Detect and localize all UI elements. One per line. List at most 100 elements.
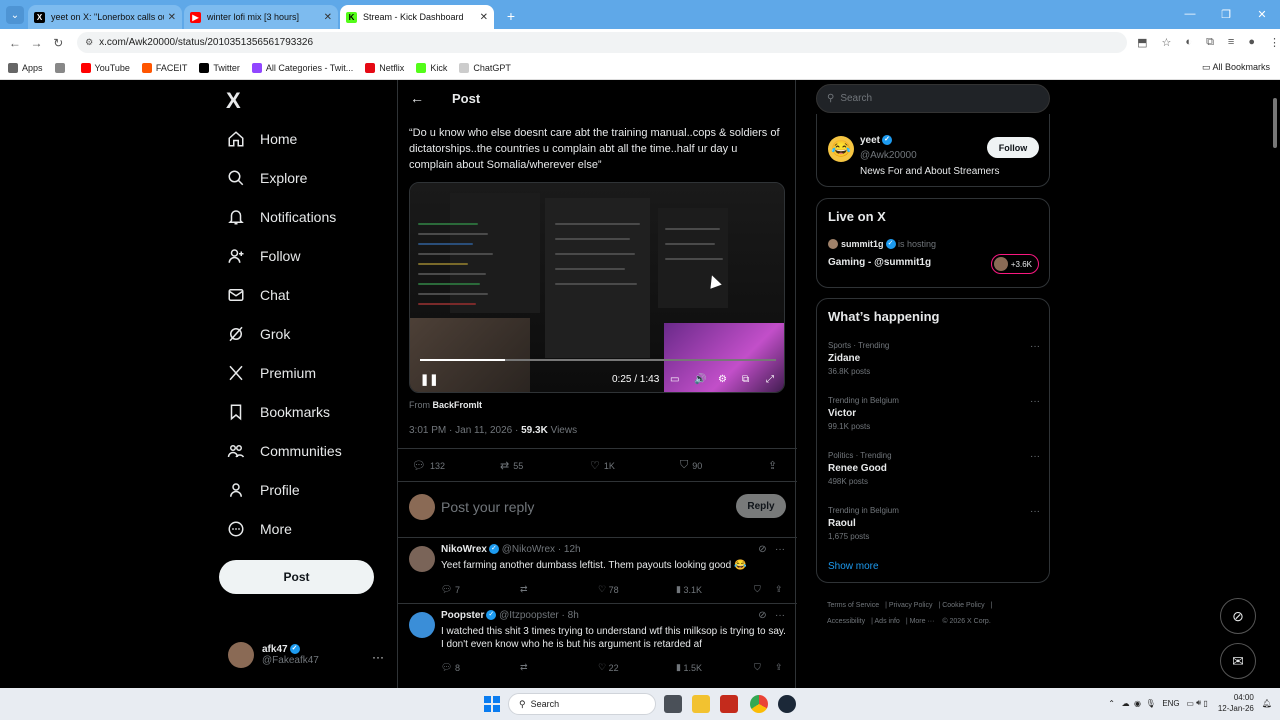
footer-link[interactable]: Ads info <box>875 618 900 625</box>
pip-icon[interactable]: ⧉ <box>742 374 749 385</box>
captions-icon[interactable]: ▭ <box>670 374 679 385</box>
puzzle-icon[interactable]: ⧉ <box>1206 36 1214 49</box>
bookmark-youtube[interactable]: YouTube <box>80 62 130 73</box>
nav-grok[interactable]: Grok <box>226 324 290 344</box>
more-icon[interactable]: ··· <box>1030 451 1040 462</box>
clock[interactable]: 04:00 12-Jan-26 <box>1218 692 1254 714</box>
follow-button[interactable]: Follow <box>987 137 1039 158</box>
trend-item[interactable]: Trending in Belgium Raoul 1,675 posts ··· <box>828 506 1040 541</box>
reply-action[interactable]: 💬︎ 132 <box>412 459 445 472</box>
language-indicator[interactable]: ENG <box>1162 699 1179 708</box>
reply-author[interactable]: NikoWrex <box>441 544 487 555</box>
trend-item[interactable]: Sports · Trending Zidane 36.8K posts ··· <box>828 341 1040 376</box>
avatar[interactable]: 😂 <box>828 136 854 162</box>
live-stream-title[interactable]: Gaming - @summit1g <box>828 257 931 268</box>
bookmark-grid[interactable] <box>54 62 69 73</box>
suggested-name[interactable]: yeet <box>860 135 880 146</box>
post-button[interactable]: Post <box>219 560 374 594</box>
star-icon[interactable]: ☆ <box>1162 36 1172 49</box>
media-icon[interactable]: ≡ <box>1228 36 1234 49</box>
bookmark-chatgpt[interactable]: ChatGPT <box>459 62 511 73</box>
cloud-icon[interactable]: ☁ <box>1122 699 1130 708</box>
more-icon[interactable]: ··· <box>775 544 785 555</box>
reply-button[interactable]: Reply <box>736 494 786 518</box>
share-action[interactable]: ⇪ <box>768 459 781 472</box>
trend-item[interactable]: Politics · Trending Renee Good 498K posts ·… <box>828 451 1040 486</box>
reload-icon[interactable]: ↻ <box>47 36 69 50</box>
nav-communities[interactable]: Communities <box>226 441 342 461</box>
share-action[interactable]: ⇪ <box>775 662 783 673</box>
site-info-icon[interactable]: ⚙ <box>85 37 93 48</box>
notifications-icon[interactable]: 🔔︎ <box>1262 699 1272 708</box>
bookmark-twitter[interactable]: Twitter <box>199 62 240 73</box>
video-player[interactable]: ❚❚ 0:25 / 1:43 ▭ 🔊 ⚙ ⧉ ⤢ <box>409 182 785 393</box>
tab-kick[interactable]: K Stream - Kick Dashboard ✕ <box>340 5 494 29</box>
minimize-icon[interactable]: — <box>1172 0 1208 28</box>
bookmark-twitch[interactable]: All Categories - Twit... <box>251 62 353 73</box>
nav-premium[interactable]: Premium <box>226 363 316 383</box>
task-view-icon[interactable] <box>664 695 682 713</box>
back-icon[interactable]: ← <box>4 36 26 50</box>
grok-icon[interactable]: ⊘ <box>758 610 766 621</box>
pause-icon[interactable]: ❚❚ <box>420 373 438 386</box>
nav-more[interactable]: More <box>226 519 292 539</box>
reply-action[interactable]: 💬︎ 7 <box>441 584 460 595</box>
back-arrow-icon[interactable]: ← <box>410 90 424 106</box>
scrollbar-thumb[interactable] <box>1273 98 1277 148</box>
like-action[interactable]: ♡ 22 <box>598 662 619 673</box>
live-host[interactable]: summit1g <box>841 239 884 249</box>
trend-item[interactable]: Trending in Belgium Victor 99.1K posts ··· <box>828 396 1040 431</box>
nav-home[interactable]: Home <box>226 129 297 149</box>
fullscreen-icon[interactable]: ⤢ <box>766 374 774 385</box>
nav-explore[interactable]: Explore <box>226 168 307 188</box>
taskbar-search[interactable]: ⚲ Search <box>508 693 656 715</box>
reply-action[interactable]: 💬︎ 8 <box>441 662 460 673</box>
settings-icon[interactable]: ⚙ <box>718 374 727 385</box>
more-icon[interactable]: ··· <box>775 610 785 621</box>
footer-link[interactable]: Terms of Service <box>827 602 879 609</box>
footer-link[interactable]: Privacy Policy <box>889 602 933 609</box>
more-icon[interactable]: ··· <box>1030 341 1040 352</box>
reply-item[interactable]: Poopster ✓ @Itzpoopster · 8h ⊘ ··· I watc… <box>398 604 797 688</box>
bookmark-apps[interactable]: Apps <box>8 62 43 73</box>
more-icon[interactable]: ··· <box>1030 506 1040 517</box>
avatar[interactable] <box>409 612 435 638</box>
repost-action[interactable]: ⇄ <box>520 584 528 595</box>
bookmark-faceit[interactable]: FACEIT <box>141 62 187 73</box>
forward-icon[interactable]: → <box>26 36 48 50</box>
tab-youtube[interactable]: ▶ winter lofi mix [3 hours] ✕ <box>184 5 338 29</box>
x-logo-icon[interactable]: X <box>226 88 241 114</box>
nav-follow[interactable]: Follow <box>226 246 300 266</box>
show-more-link[interactable]: Show more <box>828 561 879 572</box>
tab-x[interactable]: X yeet on X: "Lonerbox calls out A ✕ <box>28 5 182 29</box>
footer-link[interactable]: More ··· <box>910 618 935 625</box>
app-tray-icon[interactable]: ◉ <box>1134 699 1141 708</box>
more-icon[interactable]: ··· <box>372 650 384 664</box>
windows-start-icon[interactable] <box>484 696 500 712</box>
account-switcher[interactable]: afk47 ✓ @Fakeafk47 ··· <box>228 642 388 668</box>
nav-bookmarks[interactable]: Bookmarks <box>226 402 330 422</box>
network-icon[interactable]: ▭ <box>1186 699 1194 708</box>
close-icon[interactable]: ✕ <box>168 12 176 23</box>
grok-fab-icon[interactable]: ⊘ <box>1220 598 1256 634</box>
footer-link[interactable]: Accessibility <box>827 618 865 625</box>
reply-input[interactable]: Post your reply <box>441 499 534 515</box>
close-icon[interactable]: ✕ <box>480 12 488 23</box>
nav-profile[interactable]: Profile <box>226 480 300 500</box>
grok-icon[interactable]: ⊘ <box>758 544 766 555</box>
chrome-icon[interactable] <box>750 695 768 713</box>
close-icon[interactable]: ✕ <box>324 12 332 23</box>
nav-notifications[interactable]: Notifications <box>226 207 336 227</box>
search-input[interactable]: ⚲ Search <box>816 84 1050 113</box>
chevron-up-icon[interactable]: ⌃ <box>1108 699 1115 708</box>
more-icon[interactable]: ··· <box>1030 396 1040 407</box>
tab-search-icon[interactable]: ⌄ <box>6 6 24 24</box>
volume-icon[interactable]: 🔊︎ <box>1196 698 1201 708</box>
extension-icon[interactable]: ◐ <box>1185 36 1192 49</box>
bookmark-kick[interactable]: Kick <box>416 62 447 73</box>
share-action[interactable]: ⇪ <box>775 584 783 595</box>
views-action[interactable]: ▮ 1.5K <box>676 662 702 673</box>
app-icon[interactable] <box>720 695 738 713</box>
reply-author[interactable]: Poopster <box>441 610 484 621</box>
all-bookmarks[interactable]: ▭ All Bookmarks <box>1202 62 1270 73</box>
